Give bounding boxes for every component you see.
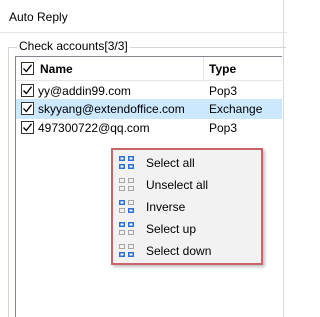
select-all-checkbox[interactable]	[21, 62, 34, 75]
menu-item-label: Select down	[146, 244, 212, 258]
menu-item-select-up[interactable]: Select up	[113, 218, 261, 239]
checkmark-icon	[23, 123, 33, 132]
account-type: Pop3	[209, 121, 238, 135]
account-type: Pop3	[209, 84, 238, 98]
auto-reply-window: Auto Reply Check accounts[3/3] Name Type…	[0, 0, 287, 317]
row-checkbox[interactable]	[21, 121, 34, 134]
menu-item-label: Select all	[146, 156, 195, 170]
menu-item-inverse[interactable]: Inverse	[113, 196, 261, 217]
inverse-icon	[119, 200, 134, 213]
window-title: Auto Reply	[9, 10, 68, 24]
menu-item-select-all[interactable]: Select all	[113, 152, 261, 173]
account-email: yy@addin99.com	[38, 84, 131, 98]
select-up-icon	[119, 222, 134, 235]
table-row[interactable]: yy@addin99.com Pop3	[16, 81, 282, 101]
account-email: 497300722@qq.com	[38, 121, 150, 135]
table-row[interactable]: skyyang@extendoffice.com Exchange	[16, 99, 282, 119]
check-accounts-label: Check accounts[3/3]	[17, 39, 130, 53]
unselect-all-icon	[119, 178, 134, 191]
column-header-type[interactable]: Type	[209, 62, 236, 76]
menu-item-unselect-all[interactable]: Unselect all	[113, 174, 261, 195]
list-header: Name Type	[16, 57, 282, 81]
menu-item-select-down[interactable]: Select down	[113, 240, 261, 261]
title-bar: Auto Reply	[0, 0, 287, 33]
row-checkbox[interactable]	[21, 102, 34, 115]
menu-item-label: Unselect all	[146, 178, 209, 192]
account-email: skyyang@extendoffice.com	[38, 102, 185, 116]
checkmark-icon	[23, 104, 33, 113]
table-row[interactable]: 497300722@qq.com Pop3	[16, 118, 282, 138]
checkmark-icon	[23, 86, 33, 95]
menu-item-label: Inverse	[146, 200, 186, 214]
menu-item-label: Select up	[146, 222, 197, 236]
select-all-icon	[119, 156, 134, 169]
context-menu: Select all Unselect all Inverse Select u…	[111, 148, 263, 265]
column-separator[interactable]	[203, 57, 204, 81]
column-header-name[interactable]: Name	[40, 62, 73, 76]
row-checkbox[interactable]	[21, 84, 34, 97]
account-type: Exchange	[209, 102, 263, 116]
select-down-icon	[119, 244, 134, 257]
checkmark-icon	[23, 64, 33, 73]
